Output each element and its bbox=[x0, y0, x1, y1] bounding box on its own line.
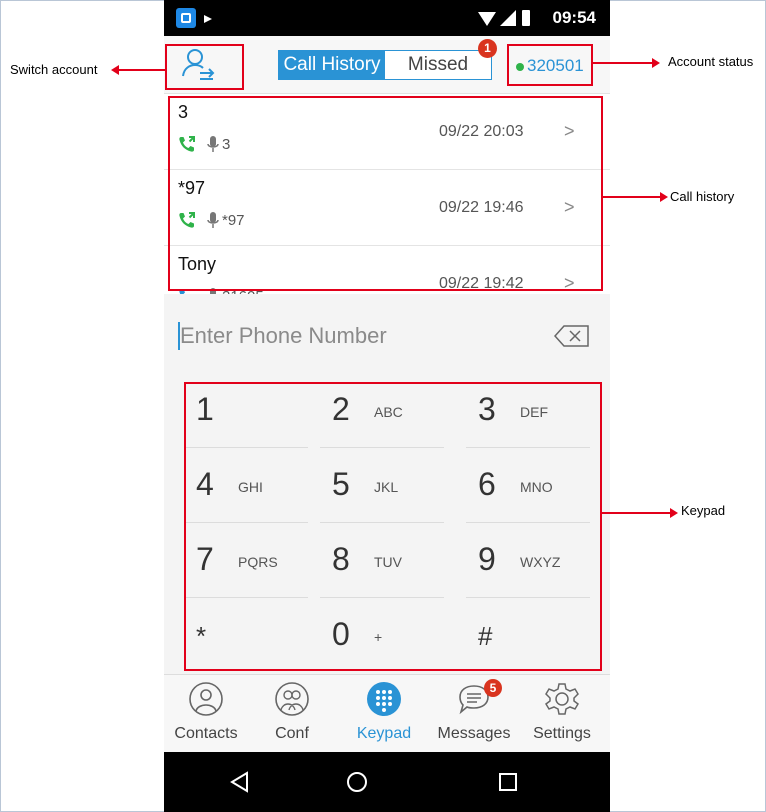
nav-keypad[interactable]: Keypad bbox=[342, 675, 426, 753]
nav-settings[interactable]: Settings bbox=[520, 675, 604, 753]
annotation-arrow-icon bbox=[670, 508, 678, 518]
conference-icon bbox=[275, 682, 309, 716]
switch-account-highlight bbox=[165, 44, 244, 90]
tab-missed[interactable]: Missed bbox=[385, 51, 491, 79]
nav-conf[interactable]: Conf bbox=[250, 675, 334, 753]
notification-arrow-icon bbox=[204, 15, 212, 23]
annotation-account-status: Account status bbox=[668, 54, 754, 69]
annotation-keypad: Keypad bbox=[681, 503, 726, 518]
annotation-switch-account: Switch account bbox=[10, 62, 98, 77]
annotation-arrow-icon bbox=[652, 58, 660, 68]
tab-call-history[interactable]: Call History bbox=[279, 51, 385, 79]
nav-contacts[interactable]: Contacts bbox=[164, 675, 248, 753]
messages-badge: 5 bbox=[484, 679, 502, 697]
battery-icon bbox=[522, 10, 530, 26]
bottom-navigation: Contacts Conf Keypad 5 Messages Settings bbox=[164, 674, 610, 753]
phone-number-field[interactable]: Enter Phone Number bbox=[164, 296, 610, 375]
missed-count-badge: 1 bbox=[478, 39, 497, 58]
wifi-icon bbox=[478, 12, 496, 26]
annotation-line bbox=[593, 62, 652, 64]
signal-icon bbox=[500, 10, 516, 26]
contacts-icon bbox=[189, 682, 223, 716]
status-time: 09:54 bbox=[552, 8, 596, 27]
annotation-line bbox=[118, 69, 165, 71]
system-navigation-bar bbox=[164, 752, 610, 812]
nav-label: Contacts bbox=[174, 725, 238, 742]
annotation-arrow-icon bbox=[660, 192, 668, 202]
nav-label: Messages bbox=[437, 725, 511, 742]
account-status-highlight bbox=[507, 44, 593, 86]
home-icon[interactable] bbox=[345, 770, 369, 794]
nav-label: Keypad bbox=[356, 725, 412, 742]
call-history-highlight bbox=[168, 96, 603, 291]
app-notification-icon bbox=[176, 8, 196, 28]
nav-messages[interactable]: 5 Messages bbox=[432, 675, 516, 753]
backspace-icon[interactable] bbox=[554, 324, 590, 348]
keypad-highlight bbox=[184, 382, 602, 671]
status-bar: 09:54 bbox=[164, 0, 610, 36]
phone-number-placeholder: Enter Phone Number bbox=[180, 323, 387, 348]
annotation-call-history: Call history bbox=[670, 189, 735, 204]
keypad-icon bbox=[367, 682, 401, 716]
annotation-line bbox=[602, 512, 670, 514]
back-icon[interactable] bbox=[228, 770, 252, 794]
history-tabs: Call History Missed bbox=[278, 50, 492, 80]
settings-icon bbox=[545, 683, 579, 715]
nav-label: Conf bbox=[275, 725, 309, 742]
annotation-line bbox=[603, 196, 660, 198]
recents-icon[interactable] bbox=[496, 770, 520, 794]
nav-label: Settings bbox=[533, 725, 591, 742]
